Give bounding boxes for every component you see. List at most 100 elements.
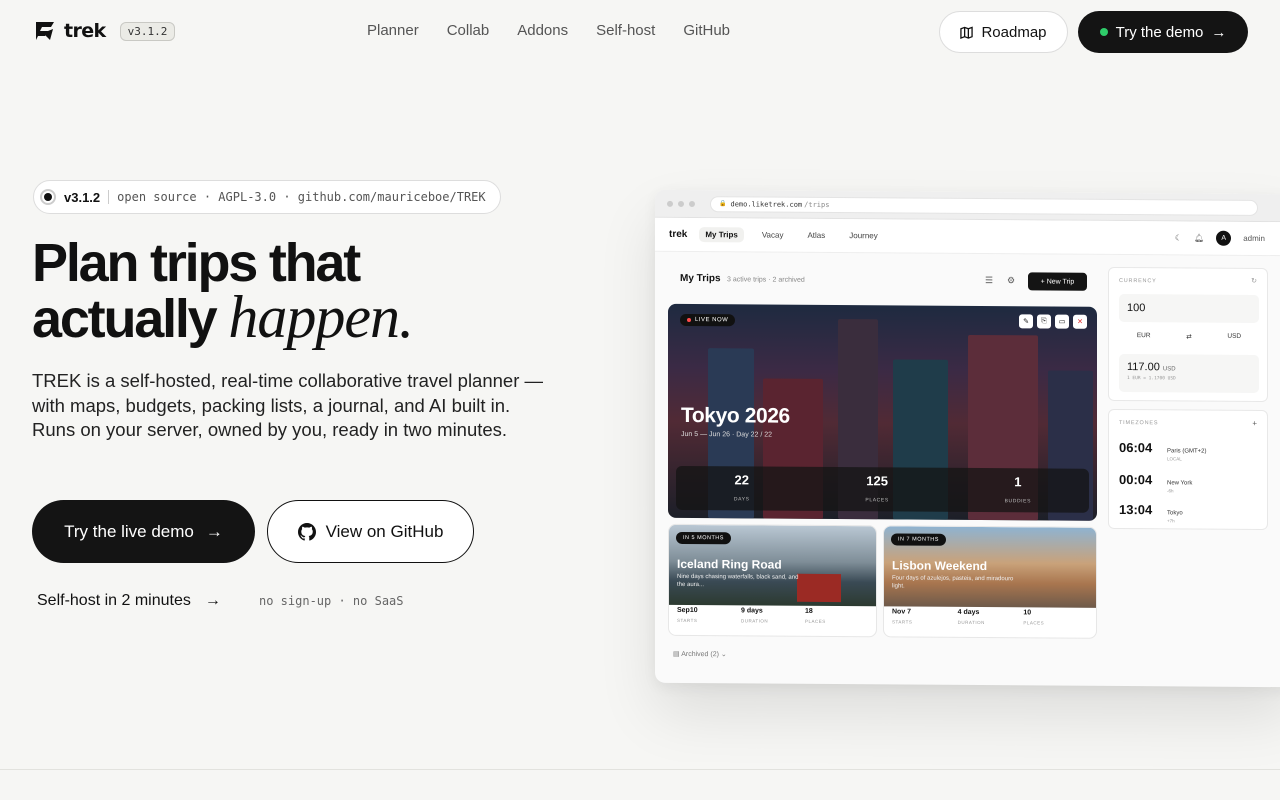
trek-logo-icon	[34, 20, 56, 42]
tab-atlas: Atlas	[807, 230, 826, 240]
trip-stats: Sep10 STARTS 9 days DURATION 18 PLACES	[677, 606, 826, 624]
timezones-widget: TIMEZONES + 06:04 Paris (GMT+2) LOCAL 00:…	[1108, 408, 1268, 531]
user-name: admin	[1243, 233, 1265, 244]
tab-my-trips: My Trips	[699, 227, 744, 243]
pill-divider	[108, 190, 110, 204]
timezones-header: TIMEZONES	[1119, 420, 1159, 427]
trip-title: Lisbon Weekend	[892, 558, 988, 574]
delete-icon: ✕	[1073, 314, 1087, 329]
top-nav: trek v3.1.2 Planner Collab Addons Self-h…	[0, 0, 1280, 64]
trip-badge: IN 7 MONTHS	[891, 533, 946, 546]
tab-journey: Journey	[849, 231, 878, 241]
url-host: demo.liketrek.com	[730, 199, 803, 209]
roadmap-button[interactable]: Roadmap	[939, 11, 1068, 53]
avatar: A	[1216, 230, 1232, 246]
currency-pair: EUR ⇄ USD	[1119, 332, 1259, 341]
browser-chrome: 🔒 demo.liketrek.com /trips	[655, 189, 1280, 223]
featured-trip-dates: Jun 5 — Jun 26 · Day 22 / 22	[681, 430, 773, 439]
app-logo: trek	[669, 228, 688, 240]
timezone-row: 00:04 New York -6h	[1119, 472, 1193, 494]
trip-description: Nine days chasing waterfalls, black sand…	[677, 573, 799, 589]
stat-buddies: 1 BUDDIES	[1004, 473, 1032, 504]
bell-icon: 🔔︎	[1194, 233, 1205, 243]
currency-header: CURRENCY	[1119, 278, 1157, 285]
my-trips-subtitle: 3 active trips · 2 archived	[727, 276, 805, 284]
hero-title-italic: happen.	[228, 284, 414, 350]
github-icon	[297, 522, 316, 541]
nav-link-github[interactable]: GitHub	[683, 22, 730, 39]
swap-icon: ⇄	[1186, 333, 1192, 341]
try-live-demo-button[interactable]: Try the live demo →	[32, 500, 255, 563]
url-bar: 🔒 demo.liketrek.com /trips	[710, 195, 1258, 216]
currency-rate: 1 EUR = 1.1700 USD	[1127, 376, 1176, 382]
currency-widget: CURRENCY ↻ 100 EUR ⇄ USD 117.00 USD 1 EU…	[1108, 266, 1268, 403]
trip-stats: Nov 7 STARTS 4 days DURATION 10 PLACES	[892, 608, 1045, 626]
arrow-right-icon: →	[205, 521, 223, 541]
view-github-button[interactable]: View on GitHub	[267, 500, 474, 563]
add-icon: +	[1252, 418, 1257, 428]
arrow-right-icon: →	[1211, 23, 1227, 41]
currency-to: USD	[1227, 332, 1242, 340]
archive-icon: ▤	[673, 650, 680, 658]
timezone-row: 06:04 Paris (GMT+2) LOCAL	[1119, 440, 1207, 462]
no-signup-note: no sign-up · no SaaS	[259, 594, 404, 608]
copy-icon: ⎘	[1037, 314, 1051, 329]
try-live-demo-label: Try the live demo	[64, 521, 194, 541]
brand-name: trek	[64, 20, 106, 42]
my-trips-title: My Trips	[680, 272, 721, 285]
try-demo-button[interactable]: Try the demo →	[1078, 11, 1248, 53]
trip-badge: IN 5 MONTHS	[676, 531, 731, 545]
pill-text: open source · AGPL-3.0 · github.com/maur…	[117, 190, 486, 204]
try-demo-label: Try the demo	[1115, 23, 1204, 41]
version-badge: v3.1.2	[119, 21, 176, 41]
section-divider	[0, 769, 1280, 770]
app-preview: 🔒 demo.liketrek.com /trips trek My Trips…	[655, 189, 1280, 688]
url-path: /trips	[804, 200, 830, 209]
stat-places: 125 PLACES	[865, 472, 889, 503]
self-host-label: Self-host in 2 minutes	[37, 592, 191, 609]
roadmap-label: Roadmap	[981, 23, 1047, 41]
record-dot-icon	[40, 189, 56, 205]
featured-trip-card: LIVE NOW ✎ ⎘ ▭ ✕ Tokyo 2026 Jun 5 — Jun …	[668, 303, 1097, 521]
app-header-actions: ☾ 🔔︎ A admin	[1175, 230, 1265, 246]
archived-toggle: ▤ Archived (2) ⌄	[673, 650, 727, 659]
hero-description: TREK is a self-hosted, real-time collabo…	[32, 370, 544, 440]
stat-days: 22 DAYS	[733, 471, 750, 502]
currency-from: EUR	[1136, 332, 1151, 340]
pill-version: v3.1.2	[64, 189, 101, 205]
version-pill[interactable]: v3.1.2 open source · AGPL-3.0 · github.c…	[33, 180, 501, 214]
hero-title-line2: actually	[32, 289, 218, 349]
archive-icon: ▭	[1055, 314, 1069, 329]
nav-link-self-host[interactable]: Self-host	[596, 22, 655, 39]
nav-link-collab[interactable]: Collab	[447, 22, 490, 39]
window-dot-icon	[667, 200, 673, 207]
chevron-down-icon: ⌄	[720, 651, 727, 659]
refresh-icon: ↻	[1251, 277, 1257, 285]
timezone-row: 13:04 Tokyo +7h	[1119, 502, 1183, 524]
trip-card-lisbon: IN 7 MONTHS Lisbon Weekend Four days of …	[883, 525, 1097, 639]
view-github-label: View on GitHub	[325, 521, 444, 541]
nav-links: Planner Collab Addons Self-host GitHub	[367, 22, 730, 39]
moon-icon: ☾	[1174, 233, 1183, 243]
nav-link-addons[interactable]: Addons	[517, 22, 568, 39]
trip-card-iceland: IN 5 MONTHS Iceland Ring Road Nine days …	[668, 523, 877, 638]
tab-vacay: Vacay	[761, 230, 784, 240]
window-dot-icon	[678, 200, 684, 207]
hero-title: Plan trips that actually happen.	[32, 236, 414, 349]
edit-icon: ✎	[1019, 314, 1033, 329]
nav-link-planner[interactable]: Planner	[367, 22, 419, 39]
settings-icon: ⚙	[1007, 275, 1016, 286]
map-icon	[960, 25, 974, 39]
currency-result: 117.00 USD 1 EUR = 1.1700 USD	[1119, 354, 1259, 393]
arrow-right-icon: →	[204, 592, 221, 609]
lock-icon: 🔒	[719, 201, 727, 208]
featured-trip-stats: 22 DAYS 125 PLACES 1 BUDDIES	[676, 465, 1089, 513]
live-badge: LIVE NOW	[680, 313, 736, 327]
list-icon: ☰	[985, 275, 994, 286]
trip-actions: ✎ ⎘ ▭ ✕	[1019, 314, 1087, 329]
app-header: trek My Trips Vacay Atlas Journey ☾ 🔔︎ A…	[655, 217, 1280, 257]
new-trip-button: + New Trip	[1028, 272, 1087, 291]
self-host-link[interactable]: Self-host in 2 minutes →	[37, 592, 221, 610]
brand[interactable]: trek v3.1.2	[34, 20, 176, 42]
trip-description: Four days of azulejos, pasteis, and mira…	[892, 575, 1014, 590]
